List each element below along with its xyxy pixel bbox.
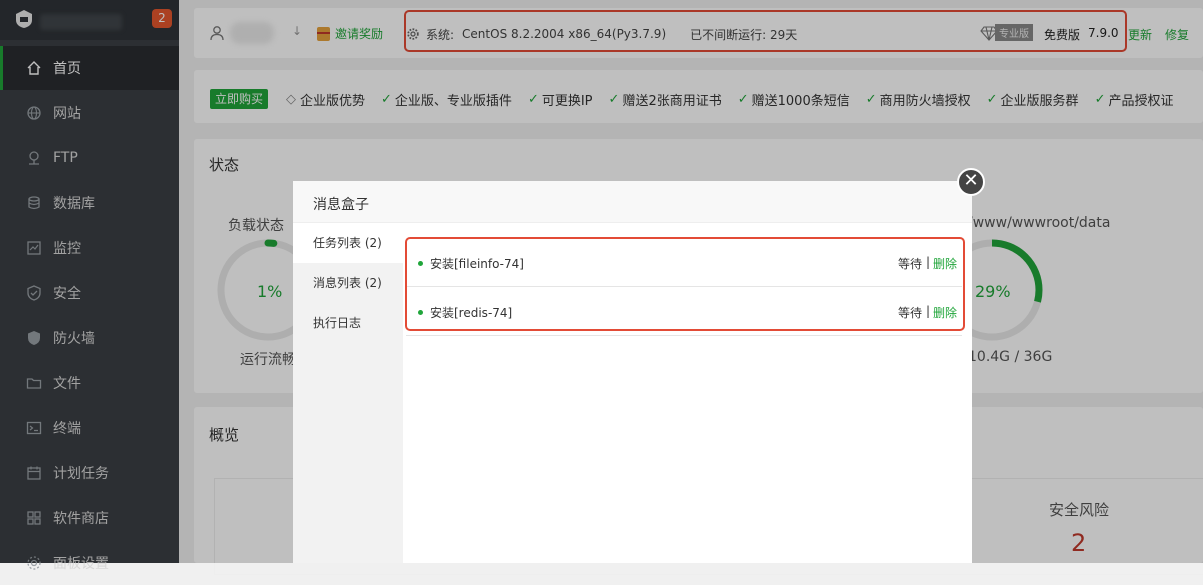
dialog-tabs: 任务列表 (2) 消息列表 (2) 执行日志 (293, 223, 403, 563)
close-dialog-button[interactable]: ✕ (957, 168, 985, 196)
dialog-title: 消息盒子 (313, 197, 369, 213)
tab-task-list[interactable]: 任务列表 (2) (293, 223, 403, 263)
dialog-header: 消息盒子 (293, 181, 972, 223)
tab-execution-log[interactable]: 执行日志 (293, 303, 403, 343)
tab-message-list[interactable]: 消息列表 (2) (293, 263, 403, 303)
highlight-box (405, 237, 965, 331)
